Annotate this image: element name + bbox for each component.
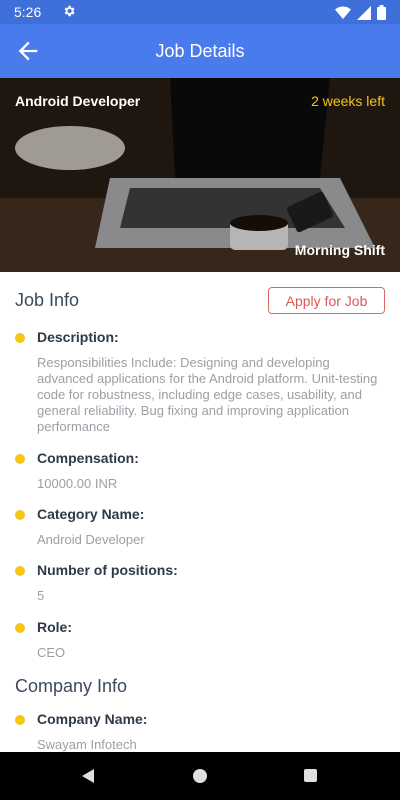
bullet-icon (15, 333, 25, 343)
field-label: Number of positions: (37, 562, 178, 578)
field-value: 5 (37, 588, 45, 603)
bullet-icon (15, 715, 25, 725)
hero-job-title: Android Developer (15, 93, 141, 109)
bullet-icon (15, 623, 25, 633)
field-value: CEO (37, 645, 66, 660)
field-value: Android Developer (37, 532, 145, 547)
nav-recents-icon[interactable] (304, 769, 317, 782)
app-bar: Job Details (0, 24, 400, 78)
job-info-heading: Job Info (15, 290, 80, 310)
battery-icon (377, 5, 386, 20)
field-value: Responsibilities Include: Designing and … (37, 355, 378, 434)
field-label: Description: (37, 329, 119, 345)
role-field: Role: CEO (15, 619, 385, 664)
number-of-positions-field: Number of positions: 5 (15, 562, 385, 607)
shift-label: Morning Shift (294, 242, 385, 258)
wifi-icon (335, 6, 351, 19)
bullet-icon (15, 454, 25, 464)
compensation-field: Compensation: 10000.00 INR (15, 450, 385, 495)
nav-home-icon[interactable] (193, 769, 207, 783)
apply-for-job-button[interactable]: Apply for Job (268, 287, 385, 314)
gear-icon (64, 5, 75, 17)
field-value: Swayam Infotech (37, 737, 137, 752)
field-label: Compensation: (37, 450, 139, 466)
field-value: 10000.00 INR (37, 476, 118, 491)
field-label: Company Name: (37, 711, 148, 727)
job-hero-image: Android Developer 2 weeks left Morning S… (0, 78, 400, 272)
field-label: Role: (37, 619, 72, 635)
status-bar: 5:26 (0, 0, 400, 24)
company-name-field: Company Name: Swayam Infotech (15, 711, 385, 752)
nav-back-icon[interactable] (80, 768, 96, 784)
field-label: Category Name: (37, 506, 145, 522)
description-field: Description: Responsibilities Include: D… (15, 329, 385, 439)
time-left-badge: 2 weeks left (311, 93, 385, 109)
signal-icon (357, 5, 371, 20)
company-info-heading: Company Info (15, 676, 128, 696)
bullet-icon (15, 566, 25, 576)
page-title: Job Details (155, 41, 245, 61)
system-nav-bar (0, 752, 400, 800)
status-time: 5:26 (14, 4, 42, 20)
category-name-field: Category Name: Android Developer (15, 506, 385, 551)
bullet-icon (15, 510, 25, 520)
